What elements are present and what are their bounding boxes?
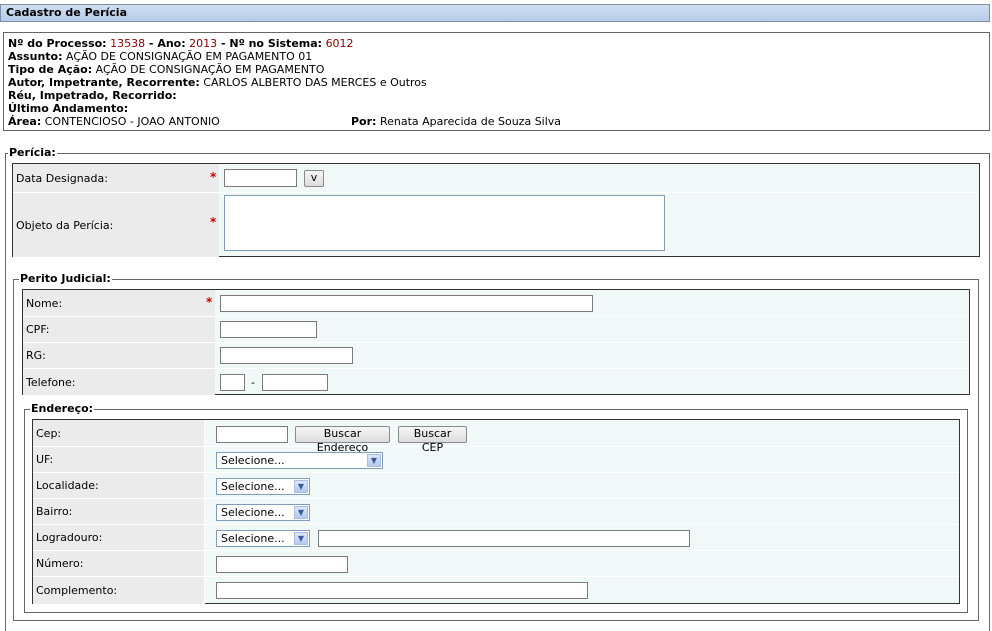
objeto-row: Objeto da Perícia: *: [13, 193, 979, 257]
assunto-value: AÇÃO DE CONSIGNAÇÃO EM PAGAMENTO 01: [65, 50, 313, 63]
bairro-row: Bairro: Selecione... ▼: [33, 499, 959, 525]
sistema-value: 6012: [325, 37, 354, 50]
autor-label: Autor, Impetrante, Recorrente:: [8, 76, 200, 89]
reu-line: Réu, Impetrado, Recorrido:: [8, 89, 985, 102]
cpf-input[interactable]: [220, 321, 317, 338]
nome-input[interactable]: [220, 295, 593, 312]
telefone-spacer-column: [202, 369, 215, 395]
area-line: Área: CONTENCIOSO - JOAO ANTONIO Por: Re…: [8, 115, 985, 128]
area-value: CONTENCIOSO - JOAO ANTONIO: [44, 115, 220, 128]
uf-selected-value: Selecione...: [221, 454, 285, 467]
logradouro-selected-value: Selecione...: [221, 532, 285, 545]
processo-label: Nº do Processo:: [8, 37, 107, 50]
telefone-separator: -: [251, 376, 255, 389]
uf-row: UF: Selecione... ▼: [33, 447, 959, 473]
cpf-row: CPF:: [23, 317, 969, 343]
nome-row: Nome: *: [23, 290, 969, 317]
por-label: Por:: [351, 115, 377, 128]
nome-label: Nome:: [23, 290, 205, 316]
logradouro-input[interactable]: [318, 530, 690, 547]
por-block: Por: Renata Aparecida de Souza Silva: [351, 115, 561, 128]
ano-value: 2013: [189, 37, 218, 50]
calendar-button[interactable]: v: [304, 170, 324, 187]
data-designada-input[interactable]: [224, 169, 297, 187]
chevron-down-icon[interactable]: ▼: [294, 480, 308, 493]
autor-value: CARLOS ALBERTO DAS MERCES e Outros: [203, 76, 427, 89]
logradouro-label: Logradouro:: [33, 525, 205, 550]
andamento-label: Último Andamento:: [8, 102, 129, 115]
nome-required-mark: *: [206, 295, 213, 309]
uf-label: UF:: [33, 447, 205, 472]
numero-input[interactable]: [216, 556, 348, 573]
por-value: Renata Aparecida de Souza Silva: [379, 115, 562, 128]
localidade-label: Localidade:: [33, 473, 205, 498]
cep-input[interactable]: [216, 426, 288, 443]
cpf-spacer-column: [202, 317, 215, 342]
telefone-label: Telefone:: [23, 369, 205, 395]
ddd-input[interactable]: [220, 374, 245, 391]
ano-label: Ano:: [157, 37, 186, 50]
assunto-line: Assunto: AÇÃO DE CONSIGNAÇÃO EM PAGAMENT…: [8, 50, 985, 63]
localidade-selected-value: Selecione...: [221, 480, 285, 493]
objeto-textarea[interactable]: [224, 195, 665, 251]
autor-line: Autor, Impetrante, Recorrente: CARLOS AL…: [8, 76, 985, 89]
rg-spacer-column: [202, 343, 215, 368]
data-required-mark: *: [210, 170, 217, 184]
chevron-down-icon[interactable]: ▼: [294, 506, 308, 519]
endereco-legend: Endereço:: [30, 402, 95, 415]
rg-label: RG:: [23, 343, 205, 368]
buscar-endereco-button[interactable]: Buscar Endereço: [295, 426, 390, 454]
localidade-row: Localidade: Selecione... ▼: [33, 473, 959, 499]
localidade-select[interactable]: Selecione... ▼: [216, 478, 310, 495]
buscar-cep-button[interactable]: Buscar CEP: [398, 426, 467, 454]
chevron-down-icon[interactable]: ▼: [294, 532, 308, 545]
sistema-label: Nº no Sistema:: [229, 37, 323, 50]
objeto-label: Objeto da Perícia:: [13, 193, 209, 257]
complemento-row: Complemento:: [33, 577, 959, 604]
numero-row: Número:: [33, 551, 959, 577]
data-designada-row: Data Designada: * v: [13, 164, 979, 193]
process-info-box: Nº do Processo: 13538 - Ano: 2013 - Nº n…: [3, 32, 990, 131]
page-title: Cadastro de Perícia: [0, 4, 990, 22]
cpf-label: CPF:: [23, 317, 205, 342]
bairro-selected-value: Selecione...: [221, 506, 285, 519]
endereco-table: Cep: Buscar Endereço Buscar CEP UF: Sele…: [32, 419, 960, 604]
area-label: Área:: [8, 115, 42, 128]
process-line: Nº do Processo: 13538 - Ano: 2013 - Nº n…: [8, 37, 985, 50]
logradouro-row: Logradouro: Selecione... ▼: [33, 525, 959, 551]
chevron-down-icon[interactable]: ▼: [367, 454, 381, 467]
perito-table: Nome: * CPF: RG: Telefone: -: [22, 289, 970, 395]
pericia-legend: Perícia:: [8, 146, 57, 159]
logradouro-select[interactable]: Selecione... ▼: [216, 530, 310, 547]
telefone-row: Telefone: -: [23, 369, 969, 395]
processo-value: 13538: [110, 37, 146, 50]
pericia-table: Data Designada: * v Objeto da Perícia: *: [12, 163, 980, 257]
andamento-line: Último Andamento:: [8, 102, 985, 115]
bairro-label: Bairro:: [33, 499, 205, 524]
tipo-value: AÇÃO DE CONSIGNAÇÃO EM PAGAMENTO: [95, 63, 325, 76]
objeto-required-mark: *: [210, 215, 217, 229]
reu-label: Réu, Impetrado, Recorrido:: [8, 89, 177, 102]
cep-row: Cep: Buscar Endereço Buscar CEP: [33, 420, 959, 454]
complemento-input[interactable]: [216, 582, 588, 599]
complemento-label: Complemento:: [33, 577, 205, 604]
sistema-separator: -: [217, 37, 230, 50]
tipo-line: Tipo de Ação: AÇÃO DE CONSIGNAÇÃO EM PAG…: [8, 63, 985, 76]
bairro-select[interactable]: Selecione... ▼: [216, 504, 310, 521]
perito-legend: Perito Judicial:: [19, 272, 112, 285]
rg-row: RG:: [23, 343, 969, 369]
ano-separator: -: [145, 37, 158, 50]
data-designada-label: Data Designada:: [13, 164, 209, 192]
telefone-input[interactable]: [262, 374, 328, 391]
rg-input[interactable]: [220, 347, 353, 364]
cep-label: Cep:: [33, 420, 205, 446]
tipo-label: Tipo de Ação:: [8, 63, 93, 76]
uf-select[interactable]: Selecione... ▼: [216, 452, 383, 469]
assunto-label: Assunto:: [8, 50, 63, 63]
numero-label: Número:: [33, 551, 205, 576]
